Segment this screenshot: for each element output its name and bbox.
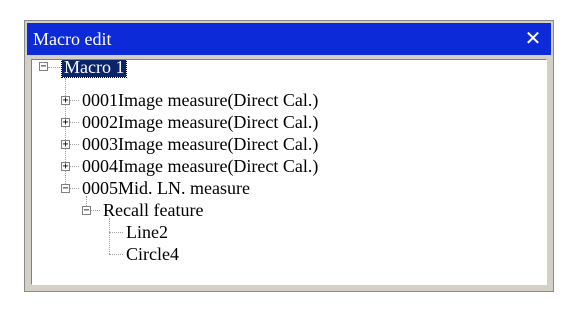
tree-node-label: Line2 — [126, 222, 168, 242]
tree-node-label: 0003Image measure(Direct Cal.) — [82, 134, 319, 154]
title-bar[interactable]: Macro edit ✕ — [27, 23, 551, 55]
tree-node-line2[interactable]: Line2 — [124, 221, 170, 243]
macro-edit-window: Macro edit ✕ − Macro 1 + 0001Image measu… — [24, 20, 554, 292]
expand-icon[interactable]: + — [61, 162, 70, 172]
tree-node-label: Macro 1 — [60, 59, 128, 78]
collapse-icon[interactable]: − — [39, 62, 48, 72]
tree-node-recall-feature[interactable]: Recall feature — [101, 199, 205, 221]
tree-node-0003[interactable]: 0003Image measure(Direct Cal.) — [80, 133, 320, 155]
tree-connector — [109, 232, 123, 233]
macro-tree: − Macro 1 + 0001Image measure(Direct Cal… — [31, 59, 547, 285]
expand-icon[interactable]: + — [61, 96, 70, 106]
tree-node-0001[interactable]: 0001Image measure(Direct Cal.) — [80, 89, 320, 111]
tree-connector — [109, 218, 110, 254]
expand-icon[interactable]: + — [61, 140, 70, 150]
tree-node-0004[interactable]: 0004Image measure(Direct Cal.) — [80, 155, 320, 177]
tree-node-label: 0002Image measure(Direct Cal.) — [82, 112, 319, 132]
tree-node-0005[interactable]: 0005Mid. LN. measure — [80, 177, 252, 199]
tree-node-macro-1[interactable]: Macro 1 — [60, 59, 128, 78]
collapse-icon[interactable]: − — [82, 206, 91, 216]
tree-node-label: 0001Image measure(Direct Cal.) — [82, 90, 319, 110]
tree-connector — [48, 67, 60, 68]
tree-node-label: 0004Image measure(Direct Cal.) — [82, 156, 319, 176]
expand-icon[interactable]: + — [61, 118, 70, 128]
collapse-icon[interactable]: − — [61, 184, 70, 194]
tree-connector — [109, 254, 123, 255]
close-icon[interactable]: ✕ — [521, 26, 545, 50]
window-title: Macro edit — [33, 29, 112, 49]
tree-node-label: 0005Mid. LN. measure — [82, 178, 250, 198]
tree-node-0002[interactable]: 0002Image measure(Direct Cal.) — [80, 111, 320, 133]
tree-node-circle4[interactable]: Circle4 — [124, 243, 181, 265]
tree-node-label: Recall feature — [103, 200, 204, 220]
tree-node-label: Circle4 — [126, 244, 179, 264]
